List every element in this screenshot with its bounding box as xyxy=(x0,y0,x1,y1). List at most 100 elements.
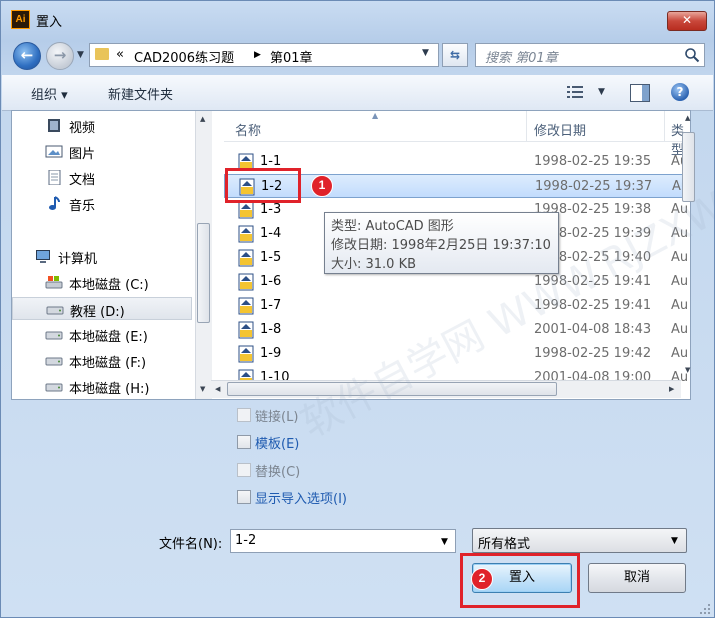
file-row-1-8[interactable]: 1-8 2001-04-08 18:43 Au xyxy=(224,318,690,342)
nav-item-drive-c[interactable]: 本地磁盘 (C:) xyxy=(12,271,192,294)
file-name: 1-7 xyxy=(260,298,282,313)
scroll-right-icon[interactable]: ▶ xyxy=(669,385,674,393)
navigation-scrollbar[interactable]: ▲ ▼ xyxy=(195,111,212,399)
horizontal-scroll-thumb[interactable] xyxy=(227,382,557,396)
breadcrumb-separator-icon[interactable]: ▶ xyxy=(254,50,261,60)
filename-input[interactable]: 1-2 ▼ xyxy=(230,529,456,553)
file-name: 1-4 xyxy=(260,226,282,241)
file-modified-date: 1998-02-25 19:35 xyxy=(534,154,652,169)
nav-item-drive-h[interactable]: 本地磁盘 (H:) xyxy=(12,375,192,398)
file-info-tooltip: 类型: AutoCAD 图形 修改日期: 1998年2月25日 19:37:10… xyxy=(324,212,559,274)
autocad-file-icon xyxy=(238,321,254,339)
column-header-date[interactable]: 修改日期 xyxy=(534,120,586,139)
nav-item-label: 教程 (D:) xyxy=(70,305,125,320)
scroll-down-icon[interactable]: ▼ xyxy=(685,366,690,374)
drive-icon xyxy=(45,331,63,340)
checkbox-box[interactable] xyxy=(237,408,251,422)
breadcrumb-chapter01[interactable]: 第01章 xyxy=(270,47,313,66)
nav-item-label: 计算机 xyxy=(58,252,98,267)
file-format-value: 所有格式 xyxy=(478,537,531,552)
address-dropdown-icon[interactable]: ▼ xyxy=(422,48,429,58)
music-library-icon xyxy=(49,196,60,210)
organize-menu[interactable]: 组织 ▾ xyxy=(31,84,68,103)
document-library-icon xyxy=(48,170,61,185)
checkbox-box[interactable] xyxy=(237,490,251,504)
navigation-pane: 视频 图片 文档 音乐 计算机 本地磁盘 (C:) 教程 (D:) 本地磁盘 (… xyxy=(12,111,194,399)
filename-label: 文件名(N): xyxy=(159,537,223,552)
scroll-down-icon[interactable]: ▼ xyxy=(200,385,205,393)
file-list-scroll-thumb[interactable] xyxy=(682,132,695,202)
recent-locations-dropdown[interactable]: ▼ xyxy=(77,50,84,60)
folder-icon xyxy=(95,48,109,60)
file-modified-date: 1998-02-25 19:41 xyxy=(534,298,652,313)
drive-icon xyxy=(45,383,63,392)
breadcrumb-cad2006[interactable]: CAD2006练习题 xyxy=(134,47,234,66)
autocad-file-icon xyxy=(238,225,254,243)
file-list-horizontal-scrollbar[interactable]: ◀ ▶ xyxy=(211,380,681,398)
sort-ascending-icon: ▲ xyxy=(372,111,379,120)
address-bar[interactable]: « CAD2006练习题 ▶ 第01章 ▼ xyxy=(89,43,439,67)
nav-item-label: 本地磁盘 (H:) xyxy=(69,382,150,397)
file-row-1-7[interactable]: 1-7 1998-02-25 19:41 Au xyxy=(224,294,690,318)
refresh-button[interactable]: ⇆ xyxy=(442,43,468,67)
resize-grip-icon[interactable] xyxy=(699,603,711,615)
file-format-select[interactable]: 所有格式 ▼ xyxy=(472,528,687,553)
file-name: 1-9 xyxy=(260,346,282,361)
scroll-up-icon[interactable]: ▲ xyxy=(685,114,690,122)
template-label: 模板(E) xyxy=(255,437,300,452)
nav-item-drive-f[interactable]: 本地磁盘 (F:) xyxy=(12,349,192,372)
replace-label: 替换(C) xyxy=(255,465,301,480)
cancel-button[interactable]: 取消 xyxy=(588,563,686,593)
file-row-1-9[interactable]: 1-9 1998-02-25 19:42 Au xyxy=(224,342,690,366)
autocad-file-icon xyxy=(238,345,254,363)
help-icon[interactable]: ? xyxy=(671,83,689,101)
nav-item-videos[interactable]: 视频 xyxy=(12,114,192,137)
video-library-icon xyxy=(48,119,60,132)
tooltip-type: 类型: AutoCAD 图形 xyxy=(331,219,454,234)
navigation-scroll-thumb[interactable] xyxy=(197,223,210,323)
checkbox-box[interactable] xyxy=(237,463,251,477)
tooltip-modified-date: 修改日期: 1998年2月25日 19:37:10 xyxy=(331,238,551,253)
nav-item-label: 文档 xyxy=(69,173,96,188)
checkbox-box[interactable] xyxy=(237,435,251,449)
file-name: 1-1 xyxy=(260,154,282,169)
filename-value: 1-2 xyxy=(235,533,257,548)
scroll-up-icon[interactable]: ▲ xyxy=(200,115,205,123)
search-icon[interactable] xyxy=(684,47,700,63)
arrow-left-icon: ← xyxy=(20,46,34,64)
drive-icon xyxy=(45,357,63,366)
search-placeholder: 搜索 第01章 xyxy=(485,51,558,66)
nav-item-drive-d[interactable]: 教程 (D:) xyxy=(12,297,192,320)
view-options-dropdown[interactable]: ▼ xyxy=(598,87,605,97)
nav-item-label: 本地磁盘 (C:) xyxy=(69,278,149,293)
preview-pane-icon[interactable] xyxy=(630,84,650,102)
nav-item-drive-e[interactable]: 本地磁盘 (E:) xyxy=(12,323,192,346)
filename-dropdown-icon[interactable]: ▼ xyxy=(441,537,448,547)
chevron-down-icon[interactable]: ▼ xyxy=(671,536,678,546)
refresh-icon: ⇆ xyxy=(449,48,461,62)
column-divider[interactable] xyxy=(664,111,665,141)
column-divider[interactable] xyxy=(526,111,527,141)
forward-button[interactable]: → xyxy=(46,42,74,70)
scroll-left-icon[interactable]: ◀ xyxy=(215,385,220,393)
new-folder-button[interactable]: 新建文件夹 xyxy=(108,84,173,103)
nav-item-label: 本地磁盘 (F:) xyxy=(69,356,147,371)
nav-item-computer[interactable]: 计算机 xyxy=(12,245,192,268)
nav-item-music[interactable]: 音乐 xyxy=(12,192,192,215)
file-list-scrollbar[interactable]: ▲ ▼ xyxy=(681,110,697,380)
nav-item-documents[interactable]: 文档 xyxy=(12,166,192,189)
show-import-options-label: 显示导入选项(I) xyxy=(255,492,347,507)
file-name: 1-8 xyxy=(260,322,282,337)
nav-item-pictures[interactable]: 图片 xyxy=(12,140,192,163)
address-overflow-chevron[interactable]: « xyxy=(116,47,124,62)
place-dialog: Ai 置入 ✕ ← → ▼ « CAD2006练习题 ▶ 第01章 ▼ ⇆ 搜索… xyxy=(0,0,715,618)
nav-item-label: 音乐 xyxy=(69,199,96,214)
column-header-row: ▲ 名称 修改日期 类型 xyxy=(224,111,690,158)
search-input[interactable]: 搜索 第01章 xyxy=(475,43,705,67)
column-header-name[interactable]: 名称 xyxy=(235,120,261,139)
back-button[interactable]: ← xyxy=(13,42,41,70)
annotation-badge-1: 1 xyxy=(311,175,333,197)
drive-icon xyxy=(46,306,64,315)
close-button[interactable]: ✕ xyxy=(667,11,707,31)
view-options-icon[interactable] xyxy=(566,84,584,100)
